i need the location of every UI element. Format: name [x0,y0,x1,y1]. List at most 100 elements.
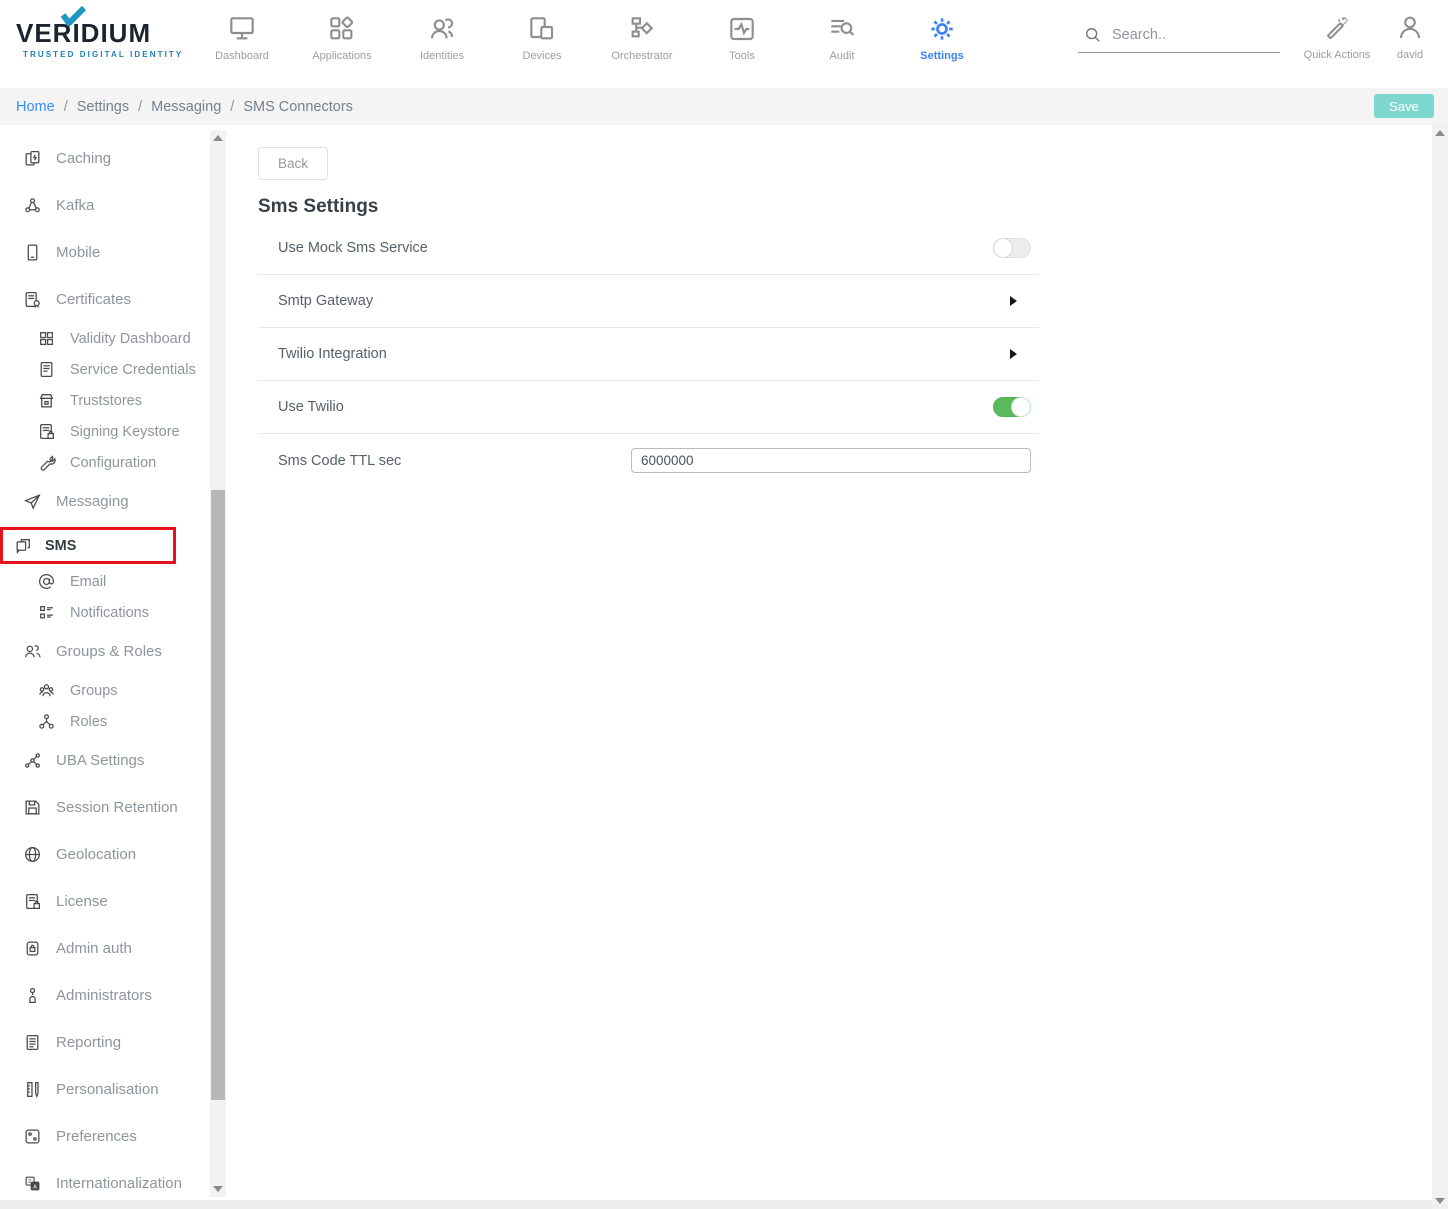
sms-settings-panel: Back Sms Settings Use Mock Sms Service S… [244,125,1432,1200]
nav-label: Devices [522,50,561,62]
quick-actions-button[interactable]: Quick Actions [1294,0,1380,61]
configuration-icon [37,453,56,472]
breadcrumb-sms-connectors: SMS Connectors [243,99,353,115]
sidebar-item-administrators[interactable]: Administrators [0,972,244,1019]
roles-icon [37,712,56,731]
sidebar-item-label: Kafka [56,197,94,214]
sidebar-item-label: Groups & Roles [56,643,162,660]
sidebar-item-label: Messaging [56,493,129,510]
sidebar-item-mobile[interactable]: Mobile [0,229,244,276]
sidebar-item-configuration[interactable]: Configuration [0,447,244,478]
settings-icon [926,13,958,45]
sidebar-item-uba-settings[interactable]: UBA Settings [0,737,244,784]
caching-icon [23,149,42,168]
audit-icon [826,13,858,45]
scroll-up-arrow-icon[interactable] [1435,130,1445,136]
expand-arrow-icon[interactable] [1010,296,1017,306]
search-icon[interactable] [1084,26,1102,44]
groups-icon [37,681,56,700]
toggle-knob [1011,397,1031,417]
sidebar-item-preferences[interactable]: Preferences [0,1113,244,1160]
breadcrumb-home[interactable]: Home [16,99,55,115]
veridium-logo[interactable]: VERIDIUM TRUSTED DIGITAL IDENTITY [0,0,192,88]
top-navbar: VERIDIUM TRUSTED DIGITAL IDENTITY Dashbo… [0,0,1448,88]
kafka-icon [23,196,42,215]
sidebar-item-truststores[interactable]: Truststores [0,385,244,416]
save-button[interactable]: Save [1374,94,1434,118]
sidebar-item-internationalization[interactable]: Internationalization [0,1160,244,1200]
setting-row-use-twilio: Use Twilio [258,381,1039,434]
nav-orchestrator[interactable]: Orchestrator [592,0,692,88]
breadcrumb-separator: / [138,99,142,115]
sidebar-item-email[interactable]: Email [0,566,244,597]
nav-label: Settings [920,50,963,62]
sidebar-item-label: Configuration [70,455,156,471]
sidebar-item-notifications[interactable]: Notifications [0,597,244,628]
sidebar-item-personalisation[interactable]: Personalisation [0,1066,244,1113]
sidebar-item-license[interactable]: License [0,878,244,925]
sidebar-item-label: Reporting [56,1034,121,1051]
scroll-up-arrow-icon[interactable] [213,135,223,141]
reporting-icon [23,1033,42,1052]
notifications-icon [37,603,56,622]
search-input[interactable] [1112,27,1262,43]
setting-label: Twilio Integration [278,346,387,362]
tools-icon [726,13,758,45]
scroll-down-arrow-icon[interactable] [1435,1198,1445,1204]
sidebar-item-label: UBA Settings [56,752,144,769]
page-title: Sms Settings [258,196,1432,218]
sidebar-item-label: Roles [70,714,107,730]
nav-label: Orchestrator [611,50,672,62]
sidebar-item-validity-dashboard[interactable]: Validity Dashboard [0,323,244,354]
user-avatar-icon [1395,13,1425,43]
sidebar-item-label: License [56,893,108,910]
use-mock-sms-toggle[interactable] [993,238,1031,258]
sidebar-item-roles[interactable]: Roles [0,706,244,737]
breadcrumb-separator: / [230,99,234,115]
nav-audit[interactable]: Audit [792,0,892,88]
back-button[interactable]: Back [258,147,328,180]
sidebar-item-geolocation[interactable]: Geolocation [0,831,244,878]
user-menu[interactable]: david [1380,0,1440,61]
sidebar-item-reporting[interactable]: Reporting [0,1019,244,1066]
setting-row-smtp-gateway[interactable]: Smtp Gateway [258,275,1039,328]
sidebar-item-admin-auth[interactable]: Admin auth [0,925,244,972]
breadcrumb-settings[interactable]: Settings [77,99,129,115]
sms-code-ttl-input[interactable] [631,448,1031,473]
personalisation-icon [23,1080,42,1099]
toggle-knob [993,238,1013,258]
nav-identities[interactable]: Identities [392,0,492,88]
scroll-down-arrow-icon[interactable] [213,1186,223,1192]
sidebar-item-caching[interactable]: Caching [0,135,244,182]
sidebar-scrollbar [210,130,226,1197]
magic-wand-icon [1322,13,1352,43]
nav-label: Applications [312,50,371,62]
setting-label: Use Mock Sms Service [278,240,428,256]
sidebar-item-signing-keystore[interactable]: Signing Keystore [0,416,244,447]
sidebar-item-service-credentials[interactable]: Service Credentials [0,354,244,385]
sidebar-item-groups[interactable]: Groups [0,675,244,706]
sidebar-scrollbar-thumb[interactable] [211,490,225,1100]
expand-arrow-icon[interactable] [1010,349,1017,359]
sidebar-item-sms-active[interactable]: SMS [0,527,176,564]
sidebar-item-kafka[interactable]: Kafka [0,182,244,229]
veridium-admin-page: VERIDIUM TRUSTED DIGITAL IDENTITY Dashbo… [0,0,1448,1209]
setting-row-use-mock-sms-service: Use Mock Sms Service [258,222,1039,275]
setting-row-twilio-integration[interactable]: Twilio Integration [258,328,1039,381]
sidebar-item-label: Geolocation [56,846,136,863]
nav-devices[interactable]: Devices [492,0,592,88]
sidebar-item-groups-roles[interactable]: Groups & Roles [0,628,244,675]
use-twilio-toggle[interactable] [993,397,1031,417]
sidebar-item-label: Internationalization [56,1175,182,1192]
breadcrumb-messaging[interactable]: Messaging [151,99,221,115]
sidebar-item-messaging[interactable]: Messaging [0,478,244,525]
sidebar-item-label: Groups [70,683,118,699]
sidebar-item-label: Admin auth [56,940,132,957]
nav-settings[interactable]: Settings [892,0,992,88]
orchestrator-icon [626,13,658,45]
sidebar-item-certificates[interactable]: Certificates [0,276,244,323]
sidebar-item-session-retention[interactable]: Session Retention [0,784,244,831]
nav-tools[interactable]: Tools [692,0,792,88]
nav-applications[interactable]: Applications [292,0,392,88]
nav-dashboard[interactable]: Dashboard [192,0,292,88]
